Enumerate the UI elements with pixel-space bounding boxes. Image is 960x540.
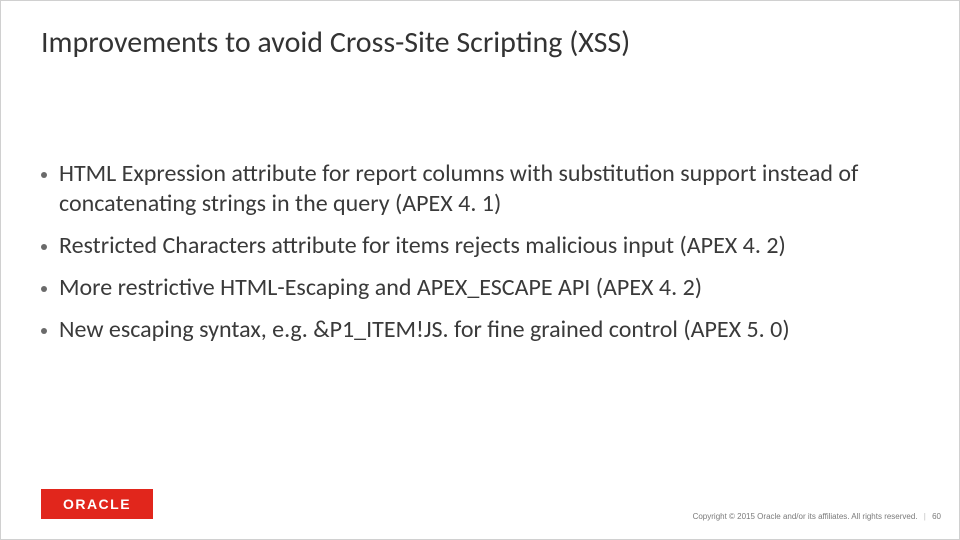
footer: Copyright © 2015 Oracle and/or its affil… [693, 512, 941, 521]
bullet-item: More restrictive HTML-Escaping and APEX_… [41, 273, 919, 303]
slide-title: Improvements to avoid Cross-Site Scripti… [41, 25, 919, 61]
bullet-item: Restricted Characters attribute for item… [41, 231, 919, 261]
slide-body: HTML Expression attribute for report col… [41, 159, 919, 357]
copyright-text: Copyright © 2015 Oracle and/or its affil… [693, 512, 918, 521]
oracle-logo-text: ORACLE [63, 496, 131, 512]
bullet-item: HTML Expression attribute for report col… [41, 159, 919, 219]
slide: Improvements to avoid Cross-Site Scripti… [0, 0, 960, 540]
bullet-text: More restrictive HTML-Escaping and APEX_… [59, 273, 702, 303]
bullet-dot-icon [41, 244, 47, 250]
bullet-text: HTML Expression attribute for report col… [59, 159, 919, 219]
bullet-dot-icon [41, 328, 47, 334]
footer-separator: | [924, 512, 926, 521]
oracle-logo: ORACLE [41, 489, 153, 519]
bullet-text: New escaping syntax, e.g. &P1_ITEM!JS. f… [59, 315, 790, 345]
bullet-text: Restricted Characters attribute for item… [59, 231, 786, 261]
bullet-dot-icon [41, 172, 47, 178]
page-number: 60 [932, 512, 941, 521]
bullet-item: New escaping syntax, e.g. &P1_ITEM!JS. f… [41, 315, 919, 345]
bullet-dot-icon [41, 286, 47, 292]
